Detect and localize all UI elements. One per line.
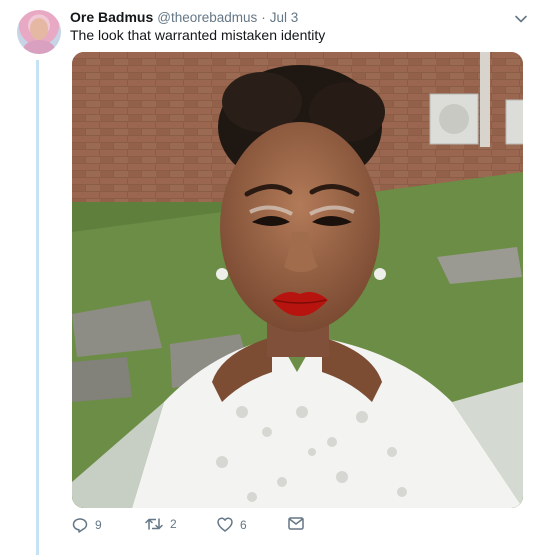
reply-count: 9 [95,518,102,532]
like-count: 6 [240,517,247,532]
tweet-text: The look that warranted mistaken identit… [70,27,326,43]
retweet-icon [145,518,163,530]
direct-message-button[interactable] [288,517,304,530]
photo-illustration [72,52,523,508]
tweet-menu-button[interactable] [512,10,530,28]
tweet-date[interactable]: Jul 3 [270,10,299,25]
header-separator: · [261,10,266,25]
tweet-actions: 9 2 6 [72,517,372,539]
like-button[interactable]: 6 [217,517,247,532]
chevron-down-icon [515,15,527,23]
reply-button[interactable]: 9 [72,517,102,533]
heart-icon [217,517,233,532]
author-handle[interactable]: @theorebadmus [157,10,257,25]
tweet-photo[interactable] [72,52,523,508]
reply-icon [72,518,88,533]
retweet-button[interactable]: 2 [145,517,177,531]
author-name[interactable]: Ore Badmus [70,9,153,25]
thread-line [36,60,39,555]
avatar[interactable] [17,10,61,54]
envelope-icon [288,517,304,530]
retweet-count: 2 [170,517,177,531]
tweet-header: Ore Badmus @theorebadmus · Jul 3 [70,9,298,27]
avatar-shoulders [23,40,55,54]
avatar-face [30,18,48,40]
